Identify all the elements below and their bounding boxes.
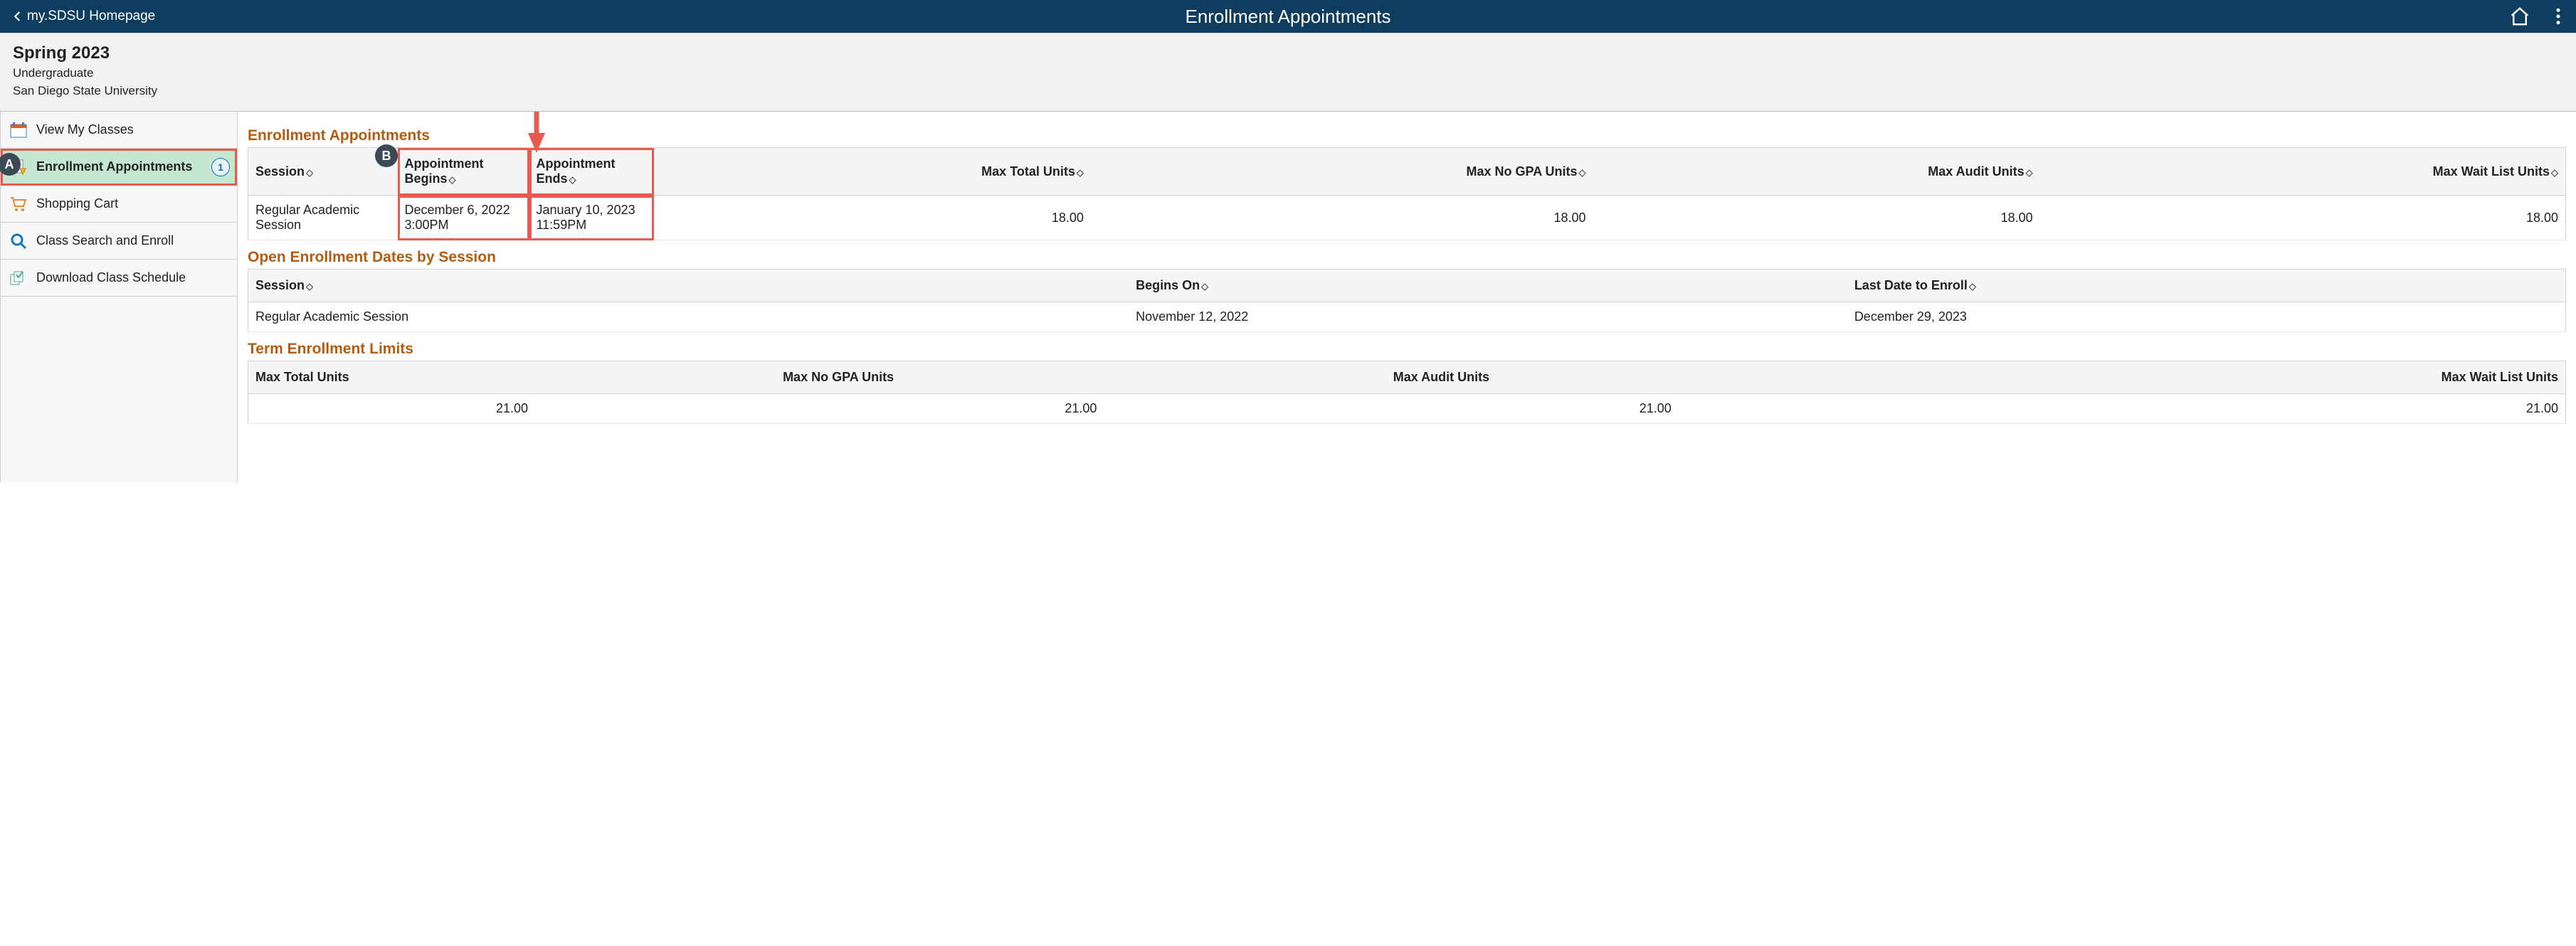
sidebar-item-label: Shopping Cart bbox=[36, 196, 118, 211]
sort-icon: ◇ bbox=[448, 174, 456, 185]
cell-max-nogpa: 21.00 bbox=[776, 394, 1386, 424]
col-session[interactable]: Session◇ bbox=[248, 270, 1129, 302]
table-row: Regular Academic Session November 12, 20… bbox=[248, 302, 2566, 332]
back-button[interactable]: my.SDSU Homepage bbox=[7, 9, 159, 24]
col-max-nogpa[interactable]: Max No GPA Units bbox=[776, 361, 1386, 394]
cell-appt-begins: December 6, 2022 3:00PM bbox=[398, 196, 529, 240]
section-title-open-enrollment: Open Enrollment Dates by Session bbox=[248, 249, 2566, 266]
sort-icon: ◇ bbox=[2550, 167, 2558, 178]
download-schedule-icon bbox=[8, 269, 29, 287]
more-icon[interactable] bbox=[2548, 6, 2569, 27]
sidebar-item-class-search-and-enroll[interactable]: Class Search and Enroll bbox=[1, 223, 237, 260]
sort-icon: ◇ bbox=[1578, 167, 1586, 178]
cell-max-total: 18.00 bbox=[654, 196, 1091, 240]
sort-icon: ◇ bbox=[1968, 281, 1976, 292]
sidebar-item-shopping-cart[interactable]: Shopping Cart bbox=[1, 186, 237, 223]
table-row: Regular Academic Session December 6, 202… bbox=[248, 196, 2566, 240]
cell-appt-ends: January 10, 2023 11:59PM bbox=[529, 196, 654, 240]
cell-max-audit: 21.00 bbox=[1386, 394, 1925, 424]
col-max-audit[interactable]: Max Audit Units bbox=[1386, 361, 1925, 394]
col-max-total[interactable]: Max Total Units bbox=[248, 361, 776, 394]
col-max-wait[interactable]: Max Wait List Units bbox=[1925, 361, 2566, 394]
calendar-icon bbox=[8, 121, 29, 139]
term-limits-table: Max Total Units Max No GPA Units Max Aud… bbox=[248, 361, 2566, 424]
institution-label: San Diego State University bbox=[13, 83, 2563, 100]
context-band: Spring 2023 Undergraduate San Diego Stat… bbox=[0, 33, 2576, 112]
cell-max-nogpa: 18.00 bbox=[1091, 196, 1593, 240]
sort-icon: ◇ bbox=[568, 174, 576, 185]
sidebar-item-label: Download Class Schedule bbox=[36, 270, 186, 285]
main-content: Enrollment Appointments B Session◇ Appoi… bbox=[238, 112, 2576, 482]
cell-max-wait: 21.00 bbox=[1925, 394, 2566, 424]
career-label: Undergraduate bbox=[13, 65, 2563, 83]
sidebar-item-enrollment-appointments[interactable]: Enrollment Appointments 1 bbox=[1, 149, 237, 186]
cell-max-audit: 18.00 bbox=[1593, 196, 2040, 240]
search-icon bbox=[8, 232, 29, 250]
sidebar-item-label: Enrollment Appointments bbox=[36, 159, 192, 174]
open-enrollment-table: Session◇ Begins On◇ Last Date to Enroll◇… bbox=[248, 269, 2566, 332]
cell-begins-on: November 12, 2022 bbox=[1129, 302, 1847, 332]
sort-icon: ◇ bbox=[2025, 167, 2033, 178]
cell-session: Regular Academic Session bbox=[248, 196, 398, 240]
sidebar-item-label: Class Search and Enroll bbox=[36, 233, 174, 248]
col-appt-begins[interactable]: Appointment Begins◇ bbox=[398, 148, 529, 196]
term-heading: Spring 2023 bbox=[13, 43, 2563, 63]
home-icon[interactable] bbox=[2509, 6, 2530, 27]
sidebar: View My Classes Enrollment Appointments … bbox=[0, 112, 238, 482]
sort-icon: ◇ bbox=[1075, 167, 1084, 178]
chevron-left-icon bbox=[11, 10, 24, 23]
cell-last-date: December 29, 2023 bbox=[1847, 302, 2566, 332]
sidebar-item-label: View My Classes bbox=[36, 122, 134, 137]
col-max-nogpa[interactable]: Max No GPA Units◇ bbox=[1091, 148, 1593, 196]
sort-icon: ◇ bbox=[1200, 281, 1208, 292]
section-title-term-limits: Term Enrollment Limits bbox=[248, 341, 2566, 358]
sidebar-item-download-class-schedule[interactable]: Download Class Schedule bbox=[1, 260, 237, 297]
section-title-enrollment-appointments: Enrollment Appointments bbox=[248, 127, 2566, 144]
cell-max-total: 21.00 bbox=[248, 394, 776, 424]
table-row: 21.00 21.00 21.00 21.00 bbox=[248, 394, 2566, 424]
back-label: my.SDSU Homepage bbox=[27, 9, 155, 24]
sort-icon: ◇ bbox=[305, 281, 313, 292]
col-appt-ends[interactable]: Appointment Ends◇ bbox=[529, 148, 654, 196]
col-begins-on[interactable]: Begins On◇ bbox=[1129, 270, 1847, 302]
col-last-date[interactable]: Last Date to Enroll◇ bbox=[1847, 270, 2566, 302]
notification-badge: 1 bbox=[211, 158, 230, 176]
col-max-wait[interactable]: Max Wait List Units◇ bbox=[2040, 148, 2566, 196]
sort-icon: ◇ bbox=[305, 167, 313, 178]
enrollment-appointments-table: Session◇ Appointment Begins◇ Appointment… bbox=[248, 147, 2566, 240]
cell-max-wait: 18.00 bbox=[2040, 196, 2566, 240]
shopping-cart-icon bbox=[8, 195, 29, 213]
cell-session: Regular Academic Session bbox=[248, 302, 1129, 332]
col-max-total[interactable]: Max Total Units◇ bbox=[654, 148, 1091, 196]
col-max-audit[interactable]: Max Audit Units◇ bbox=[1593, 148, 2040, 196]
page-title: Enrollment Appointments bbox=[1185, 6, 1390, 28]
sidebar-item-view-my-classes[interactable]: View My Classes bbox=[1, 112, 237, 149]
top-bar: my.SDSU Homepage Enrollment Appointments bbox=[0, 0, 2576, 33]
